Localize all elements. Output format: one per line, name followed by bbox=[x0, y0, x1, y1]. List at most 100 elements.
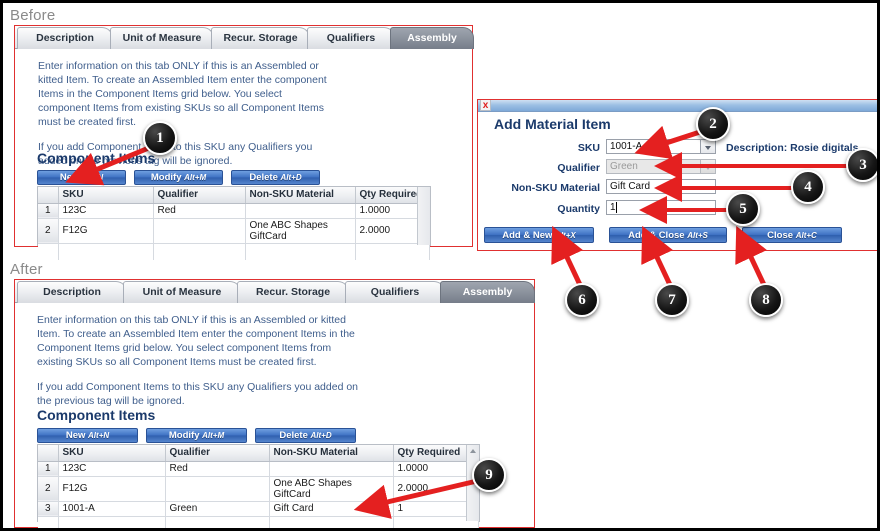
tab-description[interactable]: Description bbox=[17, 281, 127, 303]
close-icon[interactable]: x bbox=[480, 100, 491, 111]
add-and-new-button[interactable]: Add & New Alt+X bbox=[484, 227, 594, 243]
button-accel: Alt+M bbox=[202, 431, 225, 440]
table-row[interactable]: 1 123C Red 1.0000 bbox=[38, 203, 430, 219]
sku-input[interactable]: 1001-A bbox=[606, 139, 701, 154]
before-component-grid[interactable]: SKU Qualifier Non-SKU Material Qty Requi… bbox=[37, 186, 431, 260]
col-rownum bbox=[38, 445, 59, 462]
text-caret bbox=[615, 202, 620, 213]
button-accel: Alt+D bbox=[280, 173, 302, 182]
cell-material: One ABC Shapes GiftCard bbox=[245, 218, 356, 244]
tab-qualifiers[interactable]: Qualifiers bbox=[345, 281, 445, 303]
table-empty-row bbox=[38, 243, 430, 260]
button-accel: Alt+D bbox=[310, 431, 332, 440]
cell-rownum: 3 bbox=[38, 501, 59, 517]
cell-empty bbox=[269, 516, 394, 528]
tab-recur-storage[interactable]: Recur. Storage bbox=[237, 281, 349, 303]
col-sku: SKU bbox=[58, 187, 154, 204]
table-empty-row bbox=[38, 516, 479, 528]
before-tabstrip: Description Unit of Measure Recur. Stora… bbox=[15, 26, 474, 49]
col-material: Non-SKU Material bbox=[245, 187, 356, 204]
button-label: Add & New bbox=[502, 230, 553, 241]
screenshot-root: Before Description Unit of Measure Recur… bbox=[0, 0, 880, 531]
tab-label: Recur. Storage bbox=[255, 286, 331, 298]
cell-material: Gift Card bbox=[269, 501, 394, 517]
tab-description[interactable]: Description bbox=[17, 27, 113, 49]
before-instructions-p1: Enter information on this tab ONLY if th… bbox=[38, 60, 327, 128]
cell-empty bbox=[58, 516, 166, 528]
chevron-down-icon bbox=[705, 166, 711, 170]
callout-badge-6: 6 bbox=[565, 283, 599, 317]
after-tabstrip: Description Unit of Measure Recur. Stora… bbox=[15, 280, 535, 303]
button-accel: Alt+N bbox=[82, 173, 104, 182]
col-qualifier: Qualifier bbox=[165, 445, 270, 462]
arrow-7 bbox=[641, 225, 674, 289]
after-component-grid[interactable]: SKU Qualifier Non-SKU Material Qty Requi… bbox=[37, 444, 480, 528]
dialog-title: Add Material Item bbox=[494, 116, 611, 132]
cell-empty bbox=[38, 516, 59, 528]
button-accel: Alt+S bbox=[687, 231, 708, 240]
callout-badge-5: 5 bbox=[726, 192, 760, 226]
after-delete-button[interactable]: Delete Alt+D bbox=[255, 428, 356, 443]
non-sku-material-input[interactable]: Gift Card bbox=[606, 179, 716, 194]
callout-badge-1: 1 bbox=[143, 121, 177, 155]
scroll-up-arrow-icon[interactable] bbox=[470, 449, 476, 453]
button-accel: Alt+X bbox=[555, 231, 576, 240]
quantity-value: 1 bbox=[610, 202, 616, 213]
cell-qualifier: Green bbox=[165, 501, 270, 517]
dialog-titlebar[interactable]: x bbox=[478, 100, 877, 112]
cell-empty bbox=[165, 516, 270, 528]
tab-qualifiers[interactable]: Qualifiers bbox=[307, 27, 395, 49]
col-qualifier: Qualifier bbox=[153, 187, 246, 204]
after-panel: Description Unit of Measure Recur. Stora… bbox=[14, 279, 535, 528]
table-row[interactable]: 2 F12G One ABC Shapes GiftCard 2.0000 bbox=[38, 218, 430, 244]
callout-badge-7: 7 bbox=[655, 283, 689, 317]
chevron-down-icon bbox=[705, 146, 711, 150]
button-label: Delete bbox=[279, 430, 308, 441]
tab-unit-of-measure[interactable]: Unit of Measure bbox=[123, 281, 241, 303]
table-row[interactable]: 3 1001-A Green Gift Card 1 bbox=[38, 501, 479, 517]
before-grid-scrollbar[interactable] bbox=[417, 187, 430, 245]
table-row[interactable]: 1 123C Red 1.0000 bbox=[38, 461, 479, 477]
qualifier-input[interactable]: Green bbox=[606, 159, 701, 174]
col-sku: SKU bbox=[58, 445, 166, 462]
tab-recur-storage[interactable]: Recur. Storage bbox=[211, 27, 310, 49]
add-and-close-button[interactable]: Add & Close Alt+S bbox=[609, 227, 727, 243]
callout-badge-9: 9 bbox=[472, 458, 506, 492]
tab-label: Qualifiers bbox=[370, 286, 420, 298]
cell-rownum: 2 bbox=[38, 218, 59, 244]
close-button[interactable]: Close Alt+C bbox=[742, 227, 842, 243]
tab-assembly[interactable]: Assembly bbox=[440, 281, 535, 303]
callout-badge-2: 2 bbox=[696, 107, 730, 141]
tab-assembly[interactable]: Assembly bbox=[390, 27, 474, 49]
before-grid-table: SKU Qualifier Non-SKU Material Qty Requi… bbox=[38, 187, 430, 260]
before-new-button[interactable]: New Alt+N bbox=[37, 170, 126, 185]
table-header-row: SKU Qualifier Non-SKU Material Qty Requi… bbox=[38, 445, 479, 462]
table-header-row: SKU Qualifier Non-SKU Material Qty Requi… bbox=[38, 187, 430, 204]
quantity-input[interactable]: 1 bbox=[606, 200, 716, 215]
cell-rownum: 1 bbox=[38, 461, 59, 477]
button-accel: Alt+C bbox=[795, 231, 817, 240]
cell-qualifier bbox=[153, 218, 246, 244]
non-sku-material-label: Non-SKU Material bbox=[511, 182, 600, 194]
before-caption: Before bbox=[10, 7, 56, 24]
before-modify-button[interactable]: Modify Alt+M bbox=[134, 170, 223, 185]
cell-sku: F12G bbox=[58, 218, 154, 244]
sku-dropdown-button[interactable] bbox=[701, 139, 716, 154]
button-accel: Alt+N bbox=[88, 431, 110, 440]
callout-badge-3: 3 bbox=[846, 148, 877, 182]
arrow-8 bbox=[735, 225, 768, 289]
before-delete-button[interactable]: Delete Alt+D bbox=[231, 170, 320, 185]
before-section-heading: Component Items bbox=[37, 150, 156, 166]
cell-qualifier: Red bbox=[153, 203, 246, 219]
tab-unit-of-measure[interactable]: Unit of Measure bbox=[110, 27, 214, 49]
after-new-button[interactable]: New Alt+N bbox=[37, 428, 138, 443]
cell-sku: F12G bbox=[58, 476, 166, 502]
table-row[interactable]: 2 F12G One ABC Shapes GiftCard 2.0000 bbox=[38, 476, 479, 502]
sku-label: SKU bbox=[577, 142, 600, 154]
after-instructions-p2: If you add Component Items to this SKU a… bbox=[37, 381, 359, 407]
after-modify-button[interactable]: Modify Alt+M bbox=[146, 428, 247, 443]
button-label: Modify bbox=[168, 430, 200, 441]
tab-label: Recur. Storage bbox=[223, 32, 298, 44]
qualifier-dropdown-button[interactable] bbox=[701, 159, 716, 174]
cell-empty bbox=[245, 243, 356, 260]
